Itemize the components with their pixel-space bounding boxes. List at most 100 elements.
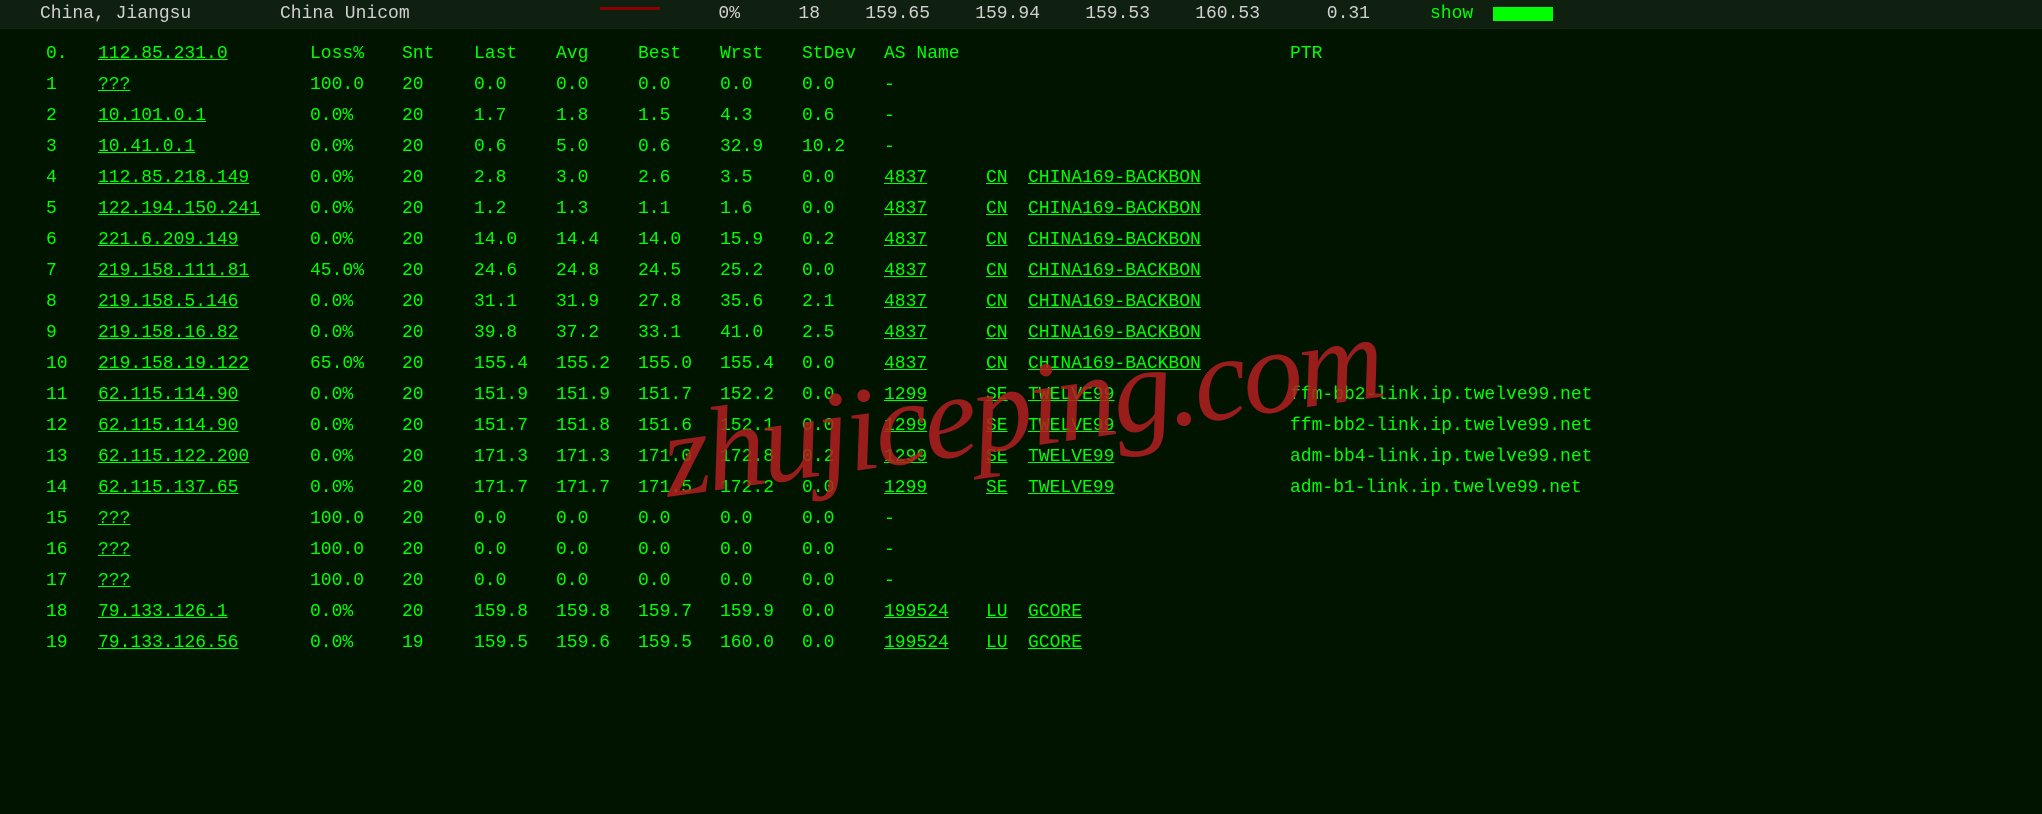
table-row: 1362.115.122.2000.0%20171.3171.3171.0172… — [40, 442, 2002, 473]
table-row: 4112.85.218.1490.0%202.83.02.63.50.04837… — [40, 163, 2002, 194]
hop-ip[interactable]: ??? — [98, 571, 130, 591]
table-row: 15???100.0200.00.00.00.00.0- — [40, 504, 2002, 535]
hop-asn[interactable]: 4837 — [884, 199, 927, 219]
table-row: 7219.158.111.8145.0%2024.624.824.525.20.… — [40, 256, 2002, 287]
summary-last: 159.65 — [820, 1, 930, 28]
hop-asn[interactable]: 199524 — [884, 633, 949, 653]
hop-cc[interactable]: CN — [986, 354, 1008, 374]
table-row: 5122.194.150.2410.0%201.21.31.11.60.0483… — [40, 194, 2002, 225]
hop-ip[interactable]: ??? — [98, 540, 130, 560]
hop-ip[interactable]: 62.115.137.65 — [98, 478, 238, 498]
hop-cc[interactable]: CN — [986, 323, 1008, 343]
table-row: 1879.133.126.10.0%20159.8159.8159.7159.9… — [40, 597, 2002, 628]
hop-cc[interactable]: CN — [986, 292, 1008, 312]
hop-asn[interactable]: 4837 — [884, 230, 927, 250]
hop-asname[interactable]: TWELVE99 — [1028, 447, 1114, 467]
summary-snt: 18 — [740, 1, 820, 28]
hop-asname[interactable]: TWELVE99 — [1028, 478, 1114, 498]
hop-asn[interactable]: 4837 — [884, 292, 927, 312]
table-row: 1462.115.137.650.0%20171.7171.7171.5172.… — [40, 473, 2002, 504]
table-row: 16???100.0200.00.00.00.00.0- — [40, 535, 2002, 566]
hop-table: 0. 112.85.231.0 Loss% Snt Last Avg Best … — [40, 39, 2002, 659]
table-row: 310.41.0.10.0%200.65.00.632.910.2- — [40, 132, 2002, 163]
hop-ip[interactable]: 79.133.126.56 — [98, 633, 238, 653]
col-loss: Loss% — [304, 39, 396, 70]
hop-asname[interactable]: TWELVE99 — [1028, 385, 1114, 405]
table-row: 210.101.0.10.0%201.71.81.54.30.6- — [40, 101, 2002, 132]
table-row: 6221.6.209.1490.0%2014.014.414.015.90.24… — [40, 225, 2002, 256]
hop-asname[interactable]: CHINA169-BACKBON — [1028, 199, 1201, 219]
hop-asname[interactable]: TWELVE99 — [1028, 416, 1114, 436]
hop-ip[interactable]: 112.85.218.149 — [98, 168, 249, 188]
loss-bar — [600, 7, 660, 10]
target-ip[interactable]: 112.85.231.0 — [98, 44, 228, 64]
table-row: 8219.158.5.1460.0%2031.131.927.835.62.14… — [40, 287, 2002, 318]
col-last: Last — [468, 39, 550, 70]
hop-ip[interactable]: 62.115.122.200 — [98, 447, 249, 467]
hop-ip[interactable]: 219.158.19.122 — [98, 354, 249, 374]
table-row: 9219.158.16.820.0%2039.837.233.141.02.54… — [40, 318, 2002, 349]
hop-asname[interactable]: CHINA169-BACKBON — [1028, 292, 1201, 312]
col-asname: AS Name — [878, 39, 1284, 70]
summary-wrst: 160.53 — [1150, 1, 1260, 28]
hop-asname[interactable]: GCORE — [1028, 633, 1082, 653]
hop-ip[interactable]: 219.158.5.146 — [98, 292, 238, 312]
hop-cc[interactable]: SE — [986, 478, 1008, 498]
table-row: 1262.115.114.900.0%20151.7151.8151.6152.… — [40, 411, 2002, 442]
hop-ip[interactable]: 10.101.0.1 — [98, 106, 206, 126]
hop-cc[interactable]: LU — [986, 633, 1008, 653]
hop-asname[interactable]: CHINA169-BACKBON — [1028, 354, 1201, 374]
table-row: 1???100.0200.00.00.00.00.0- — [40, 70, 2002, 101]
hop-ip[interactable]: ??? — [98, 75, 130, 95]
hop-ip[interactable]: 62.115.114.90 — [98, 416, 238, 436]
isp: China Unicom — [280, 1, 560, 28]
hop-cc[interactable]: LU — [986, 602, 1008, 622]
hop-asn[interactable]: 1299 — [884, 385, 927, 405]
table-row: 17???100.0200.00.00.00.00.0- — [40, 566, 2002, 597]
hop-cc[interactable]: CN — [986, 230, 1008, 250]
hop-asn[interactable]: 4837 — [884, 354, 927, 374]
hop-asn[interactable]: 199524 — [884, 602, 949, 622]
summary-stdev: 0.31 — [1260, 1, 1370, 28]
progress-bar — [1493, 7, 1553, 21]
col-hop: 0. — [40, 39, 92, 70]
col-avg: Avg — [550, 39, 632, 70]
hop-ip[interactable]: 62.115.114.90 — [98, 385, 238, 405]
table-row: 1979.133.126.560.0%19159.5159.6159.5160.… — [40, 628, 2002, 659]
hop-asn[interactable]: 1299 — [884, 478, 927, 498]
hop-asn[interactable]: 1299 — [884, 416, 927, 436]
hop-asn[interactable]: 4837 — [884, 168, 927, 188]
hop-ip[interactable]: 122.194.150.241 — [98, 199, 260, 219]
hop-ip[interactable]: 10.41.0.1 — [98, 137, 195, 157]
hop-asn[interactable]: 4837 — [884, 323, 927, 343]
hop-cc[interactable]: CN — [986, 261, 1008, 281]
hop-cc[interactable]: SE — [986, 447, 1008, 467]
summary-best: 159.53 — [1040, 1, 1150, 28]
hop-cc[interactable]: SE — [986, 416, 1008, 436]
col-best: Best — [632, 39, 714, 70]
hop-asname[interactable]: CHINA169-BACKBON — [1028, 323, 1201, 343]
traceroute-output: 0. 112.85.231.0 Loss% Snt Last Avg Best … — [0, 29, 2042, 669]
show-link[interactable]: show — [1430, 1, 1473, 28]
col-stdev: StDev — [796, 39, 878, 70]
hop-asn[interactable]: 1299 — [884, 447, 927, 467]
hop-ip[interactable]: 219.158.16.82 — [98, 323, 238, 343]
location: China, Jiangsu — [40, 1, 280, 28]
hop-ip[interactable]: 79.133.126.1 — [98, 602, 228, 622]
table-row: 1162.115.114.900.0%20151.9151.9151.7152.… — [40, 380, 2002, 411]
hop-cc[interactable]: CN — [986, 168, 1008, 188]
hop-ip[interactable]: 221.6.209.149 — [98, 230, 238, 250]
hop-cc[interactable]: SE — [986, 385, 1008, 405]
hop-asn[interactable]: 4837 — [884, 261, 927, 281]
summary-row: China, Jiangsu China Unicom 0% 18 159.65… — [0, 0, 2042, 29]
hop-asname[interactable]: GCORE — [1028, 602, 1082, 622]
hop-asname[interactable]: CHINA169-BACKBON — [1028, 168, 1201, 188]
summary-loss: 0% — [660, 1, 740, 28]
hop-asname[interactable]: CHINA169-BACKBON — [1028, 261, 1201, 281]
hop-ip[interactable]: 219.158.111.81 — [98, 261, 249, 281]
col-snt: Snt — [396, 39, 468, 70]
hop-cc[interactable]: CN — [986, 199, 1008, 219]
hop-ip[interactable]: ??? — [98, 509, 130, 529]
table-header: 0. 112.85.231.0 Loss% Snt Last Avg Best … — [40, 39, 2002, 70]
hop-asname[interactable]: CHINA169-BACKBON — [1028, 230, 1201, 250]
